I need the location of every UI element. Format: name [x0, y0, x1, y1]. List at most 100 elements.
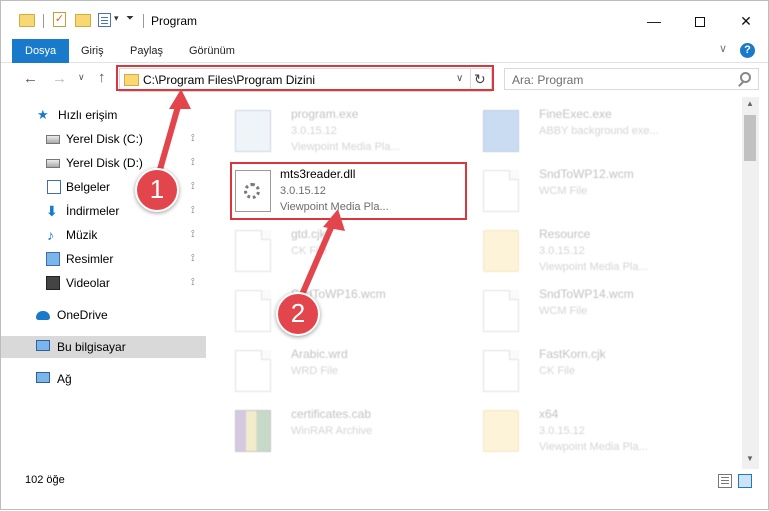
search-input[interactable]: Ara: Program — [504, 68, 759, 90]
up-button[interactable]: ↑ — [98, 69, 106, 86]
explorer-window: ✓ ▾ ⏷ Program — ✕ Dosya Giriş Paylaş Gör… — [0, 0, 769, 510]
file-item[interactable]: Arabic.wrd WRD File — [235, 347, 475, 405]
exe-icon — [235, 110, 271, 152]
file-item[interactable]: certificates.cab WinRAR Archive — [235, 407, 475, 465]
sidebar-item-label: Resimler — [66, 252, 114, 266]
archive-icon — [235, 410, 271, 452]
search-placeholder: Ara: Program — [512, 73, 584, 87]
ribbon-tabs: Dosya Giriş Paylaş Görünüm ∨ ? — [1, 39, 768, 63]
file-item[interactable]: SndToWP14.wcm WCM File — [483, 287, 723, 345]
file-item[interactable]: FastKorn.cjk CK File — [483, 347, 723, 405]
scroll-up-icon[interactable]: ▲ — [746, 99, 754, 108]
file-version: 3.0.15.12 — [539, 425, 585, 437]
back-button[interactable]: ← — [23, 70, 38, 87]
sidebar-item-onedrive[interactable]: OneDrive — [1, 304, 206, 326]
large-icons-view-icon[interactable] — [738, 474, 752, 488]
downloads-icon: ⬇ — [46, 203, 58, 219]
sidebar-item-pictures[interactable]: Resimler ⟟ — [1, 248, 206, 270]
file-type: WRD File — [291, 365, 339, 377]
properties-check-icon[interactable]: ✓ — [53, 12, 66, 27]
sidebar-item-label: Hızlı erişim — [58, 108, 118, 122]
sidebar-item-label: Ağ — [57, 372, 72, 386]
sidebar-item-label: Bu bilgisayar — [57, 340, 126, 354]
sidebar-item-quick-access[interactable]: ★ Hızlı erişim — [1, 104, 206, 126]
file-highlight-annotation — [230, 162, 467, 220]
scroll-down-icon[interactable]: ▼ — [746, 454, 754, 463]
step-1-badge: 1 — [135, 168, 179, 212]
tab-view[interactable]: Görünüm — [176, 39, 248, 63]
sidebar-item-label: İndirmeler — [66, 204, 120, 218]
drive-icon — [46, 135, 60, 144]
pin-icon[interactable]: ⟟ — [191, 248, 195, 270]
pin-icon[interactable]: ⟟ — [191, 200, 195, 222]
sidebar-item-label: Yerel Disk (C:) — [66, 132, 143, 146]
recent-locations-icon[interactable]: ∨ — [78, 72, 85, 83]
documents-icon — [47, 180, 61, 194]
folder-icon — [483, 230, 519, 272]
file-type: CK File — [539, 365, 576, 377]
maximize-icon — [695, 17, 705, 28]
star-icon: ★ — [37, 107, 49, 122]
sidebar-item-downloads[interactable]: ⬇ İndirmeler ⟟ — [1, 200, 206, 222]
file-list: program.exe 3.0.15.12 Viewpoint Media Pl… — [213, 97, 741, 469]
file-type: Viewpoint Media Pla... — [539, 441, 648, 453]
folder-icon — [483, 410, 519, 452]
file-name: gtd.cjk — [291, 227, 326, 241]
file-name: FastKorn.cjk — [539, 347, 606, 361]
customize-toolbar-icon[interactable]: ⏷ — [126, 13, 134, 31]
file-item[interactable]: Resource 3.0.15.12 Viewpoint Media Pla..… — [483, 227, 723, 285]
close-button[interactable]: ✕ — [723, 7, 769, 35]
details-view-icon[interactable] — [718, 474, 732, 488]
file-icon — [483, 290, 519, 332]
pin-icon[interactable]: ⟟ — [191, 176, 195, 198]
address-highlight-annotation — [116, 65, 494, 91]
new-folder-icon[interactable] — [75, 14, 91, 27]
file-name: Arabic.wrd — [291, 347, 348, 361]
navigation-pane: ★ Hızlı erişim Yerel Disk (C:) ⟟ Yerel D… — [1, 97, 211, 469]
pictures-icon — [46, 252, 60, 266]
expand-ribbon-icon[interactable]: ∨ — [719, 42, 727, 55]
tab-home[interactable]: Giriş — [68, 39, 117, 63]
tab-file[interactable]: Dosya — [12, 39, 70, 63]
vertical-scrollbar[interactable]: ▲ ▼ — [742, 97, 759, 469]
file-item[interactable]: gtd.cjk CK File — [235, 227, 475, 285]
sidebar-item-drive-c[interactable]: Yerel Disk (C:) ⟟ — [1, 128, 206, 150]
sidebar-item-label: Videolar — [66, 276, 110, 290]
separator — [43, 14, 44, 28]
sidebar-item-videos[interactable]: Videolar ⟟ — [1, 272, 206, 294]
title-bar: ✓ ▾ ⏷ Program — ✕ — [1, 1, 768, 39]
pin-icon[interactable]: ⟟ — [191, 224, 195, 246]
sidebar-item-label: Yerel Disk (D:) — [66, 156, 143, 170]
file-name: SndToWP14.wcm — [539, 287, 634, 301]
file-item[interactable]: x64 3.0.15.12 Viewpoint Media Pla... — [483, 407, 723, 465]
sidebar-item-label: OneDrive — [57, 308, 108, 322]
file-item[interactable]: program.exe 3.0.15.12 Viewpoint Media Pl… — [235, 107, 475, 165]
file-item[interactable]: SndToWP16.wcm File — [235, 287, 475, 345]
search-icon[interactable] — [740, 72, 751, 83]
pin-icon[interactable]: ⟟ — [191, 272, 195, 294]
tab-share[interactable]: Paylaş — [117, 39, 176, 63]
drive-icon — [46, 159, 60, 168]
window-title: Program — [151, 14, 198, 28]
sidebar-item-network[interactable]: Ağ — [1, 368, 206, 390]
file-icon — [483, 170, 519, 212]
file-name: x64 — [539, 407, 559, 421]
sidebar-item-music[interactable]: ♪ Müzik ⟟ — [1, 224, 206, 246]
file-icon — [483, 350, 519, 392]
rename-icon[interactable] — [98, 13, 111, 27]
pin-icon[interactable]: ⟟ — [191, 128, 195, 150]
scroll-thumb[interactable] — [744, 115, 756, 161]
file-icon — [235, 230, 271, 272]
file-item[interactable]: FineExec.exe ABBY background exe... — [483, 107, 723, 165]
quick-access-arrow-icon[interactable]: ▾ — [114, 13, 119, 31]
sidebar-item-this-pc[interactable]: Bu bilgisayar — [1, 336, 206, 358]
file-name: certificates.cab — [291, 407, 372, 421]
help-icon[interactable]: ? — [740, 43, 755, 58]
file-item[interactable]: SndToWP12.wcm WCM File — [483, 167, 723, 225]
maximize-button[interactable] — [677, 7, 723, 35]
sidebar-item-drive-d[interactable]: Yerel Disk (D:) ⟟ — [1, 152, 206, 174]
file-type: WinRAR Archive — [291, 425, 373, 437]
pin-icon[interactable]: ⟟ — [191, 152, 195, 174]
forward-button[interactable]: → — [52, 70, 67, 87]
minimize-button[interactable]: — — [631, 7, 677, 35]
